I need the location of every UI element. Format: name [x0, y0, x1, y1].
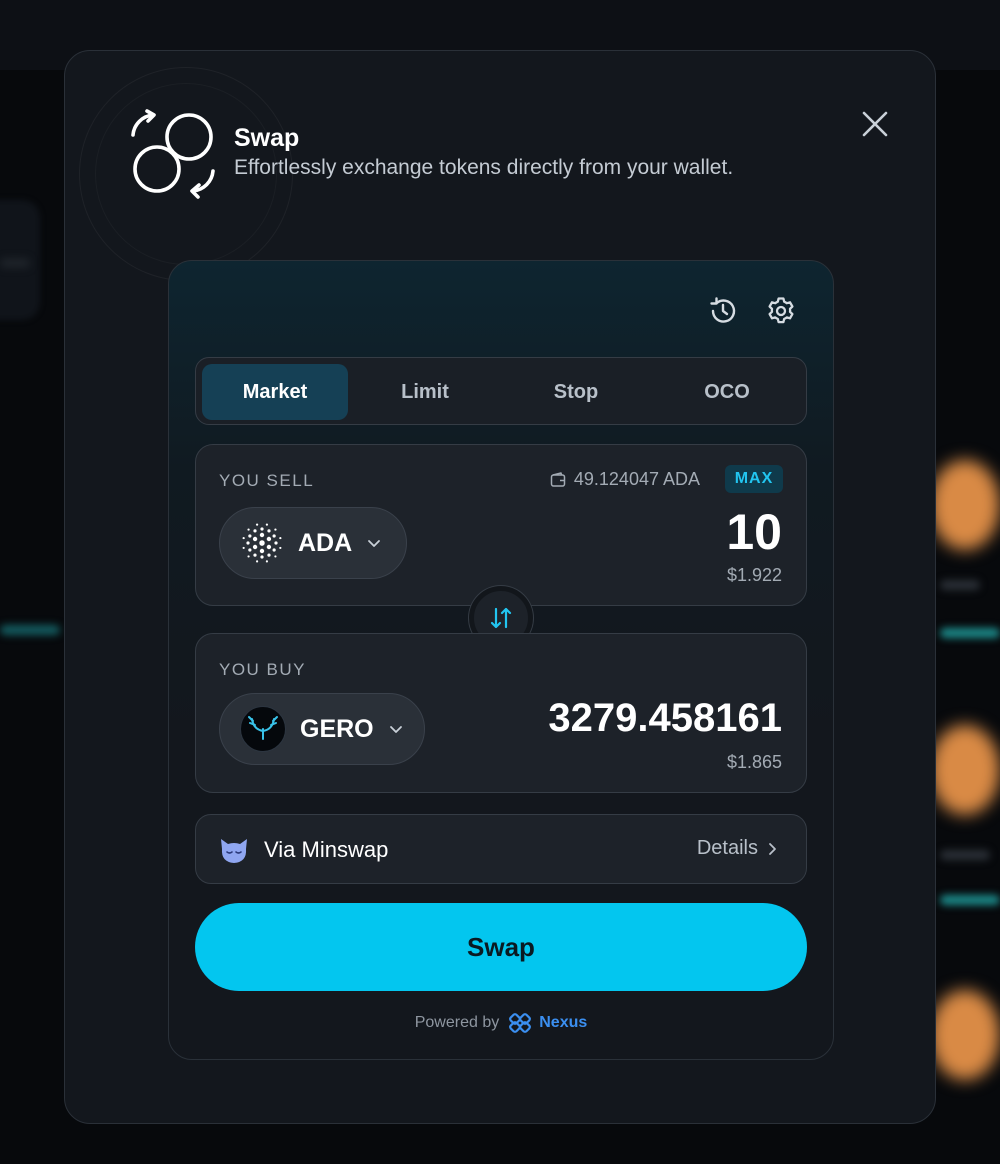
modal-subtitle: Effortlessly exchange tokens directly fr…: [234, 156, 734, 179]
order-type-tabs: Market Limit Stop OCO: [195, 357, 807, 425]
background-text: [940, 850, 990, 860]
powered-by: Powered by Nexus: [169, 1013, 833, 1033]
minswap-logo-icon: [221, 839, 247, 863]
tab-stop[interactable]: Stop: [503, 364, 649, 420]
route-row[interactable]: Via Minswap Details: [195, 814, 807, 884]
swap-arrows-icon: [490, 607, 512, 629]
tab-limit[interactable]: Limit: [352, 364, 498, 420]
buy-token-name: GERO: [300, 714, 374, 743]
ada-logo: [240, 521, 284, 565]
background-bar: [940, 895, 1000, 905]
details-label: Details: [696, 837, 758, 859]
swap-modal: Swap Effortlessly exchange tokens direct…: [64, 50, 936, 1124]
chevron-down-icon: [389, 726, 402, 733]
buy-panel: YOU BUY GERO 3279.458161 $1.865: [195, 633, 807, 793]
chevron-down-icon: [368, 540, 381, 547]
wallet-icon: [550, 471, 566, 487]
background-bar: [940, 628, 1000, 638]
balance-value: 49.124047 ADA: [573, 469, 700, 489]
close-icon[interactable]: [860, 109, 890, 139]
modal-title: Swap: [234, 124, 300, 152]
background-avatar: [930, 460, 1000, 550]
buy-token-selector[interactable]: GERO: [219, 693, 425, 765]
background-avatar: [930, 990, 1000, 1080]
sell-token-selector[interactable]: ADA: [219, 507, 407, 579]
max-button[interactable]: MAX: [725, 465, 783, 493]
nexus-brand[interactable]: Nexus: [539, 1014, 587, 1032]
buy-amount: 3279.458161: [548, 696, 782, 740]
background-text: [940, 580, 980, 590]
swap-cycle-icon: [131, 109, 215, 199]
gear-icon[interactable]: [765, 295, 797, 327]
background-text: [0, 258, 30, 268]
buy-label: YOU BUY: [219, 660, 307, 679]
background-bar: [0, 625, 60, 635]
sell-usd-value: $1.922: [726, 565, 782, 585]
chevron-right-icon: [769, 842, 776, 855]
history-icon[interactable]: [707, 295, 739, 327]
nexus-logo-icon: [509, 1013, 532, 1033]
powered-by-label: Powered by: [414, 1014, 500, 1031]
tab-oco[interactable]: OCO: [654, 364, 800, 420]
background-avatar: [930, 725, 1000, 815]
swap-widget: Market Limit Stop OCO YOU SELL 49.124047…: [168, 260, 834, 1060]
gero-logo: [240, 706, 286, 752]
sell-token-name: ADA: [298, 528, 353, 557]
route-label: Via Minswap: [264, 837, 389, 862]
buy-usd-value: $1.865: [726, 752, 782, 772]
tab-market[interactable]: Market: [202, 364, 348, 420]
sell-panel: YOU SELL 49.124047 ADA MAX ADA 10 $1.922: [195, 444, 807, 606]
swap-button[interactable]: Swap: [195, 903, 807, 991]
sell-balance: 49.124047 ADA: [550, 469, 700, 490]
sell-label: YOU SELL: [219, 471, 315, 490]
sell-amount[interactable]: 10: [726, 503, 782, 561]
details-link[interactable]: Details: [697, 837, 778, 860]
